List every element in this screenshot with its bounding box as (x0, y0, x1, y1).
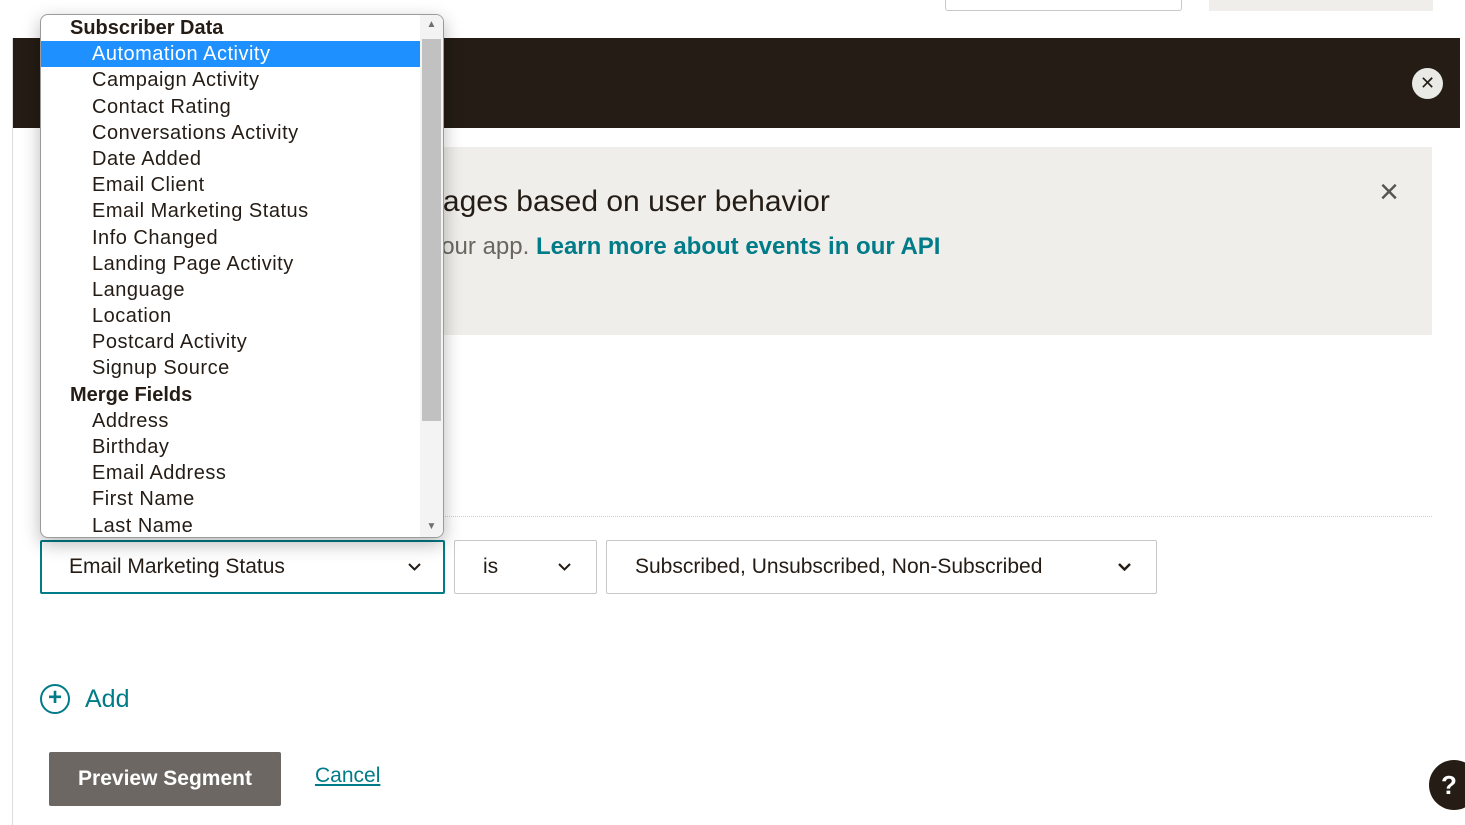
operator-select-value: is (483, 555, 499, 578)
dropdown-options: Subscriber Data Automation Activity Campai… (41, 15, 420, 537)
option-group-label: Subscriber Data (70, 17, 224, 39)
dropdown-option[interactable]: Date Added (41, 146, 420, 172)
value-select-value: Subscribed, Unsubscribed, Non-Subscribed (635, 555, 1043, 578)
chevron-down-icon (1117, 541, 1131, 593)
add-condition-button[interactable]: + Add (40, 683, 129, 715)
dropdown-option[interactable]: Automation Activity (41, 41, 420, 68)
dropdown-option[interactable]: Email Address (41, 460, 420, 486)
banner-learn-more-link[interactable]: Learn more about events in our API (536, 233, 941, 260)
dropdown-option[interactable]: Address (41, 408, 420, 434)
dropdown-option[interactable]: Location (41, 303, 420, 329)
preview-segment-button[interactable]: Preview Segment (49, 752, 281, 806)
dropdown-option[interactable]: Contact Rating (41, 94, 420, 120)
dropdown-option[interactable]: Info Changed (41, 225, 420, 251)
field-select-value: Email Marketing Status (69, 555, 285, 578)
add-label: Add (85, 684, 130, 713)
dropdown-scrollbar[interactable]: ▲ ▼ (420, 15, 443, 537)
dropdown-option[interactable]: Last Name (41, 513, 420, 537)
cancel-link[interactable]: Cancel (315, 764, 380, 788)
field-dropdown-list[interactable]: Subscriber Data Automation Activity Campai… (40, 14, 444, 538)
close-icon[interactable]: × (1374, 175, 1404, 209)
dropdown-option[interactable]: First Name (41, 486, 420, 512)
top-action-button[interactable] (1209, 0, 1433, 11)
dropdown-option[interactable]: Signup Source (41, 355, 420, 381)
dropdown-option[interactable]: Language (41, 277, 420, 303)
chevron-down-icon (557, 541, 571, 593)
field-select[interactable]: Email Marketing Status (40, 540, 445, 594)
value-select[interactable]: Subscribed, Unsubscribed, Non-Subscribed (606, 540, 1157, 594)
top-search-field[interactable] (945, 0, 1182, 11)
scrollbar-thumb[interactable] (422, 39, 441, 421)
scroll-down-arrow-icon[interactable]: ▼ (420, 517, 443, 537)
operator-select[interactable]: is (454, 540, 597, 594)
dropdown-option[interactable]: Email Marketing Status (41, 198, 420, 224)
plus-circle-icon: + (40, 684, 70, 714)
option-group-label: Merge Fields (70, 383, 193, 406)
chevron-down-icon (407, 542, 421, 592)
dropdown-option[interactable]: Birthday (41, 434, 420, 460)
dropdown-option[interactable]: Postcard Activity (41, 329, 420, 355)
close-circle-icon[interactable]: ✕ (1412, 68, 1443, 99)
dropdown-option[interactable]: Conversations Activity (41, 120, 420, 146)
dropdown-option[interactable]: Campaign Activity (41, 67, 420, 93)
dropdown-option[interactable]: Landing Page Activity (41, 251, 420, 277)
scroll-up-arrow-icon[interactable]: ▲ (420, 15, 443, 35)
dropdown-option[interactable]: Email Client (41, 172, 420, 198)
